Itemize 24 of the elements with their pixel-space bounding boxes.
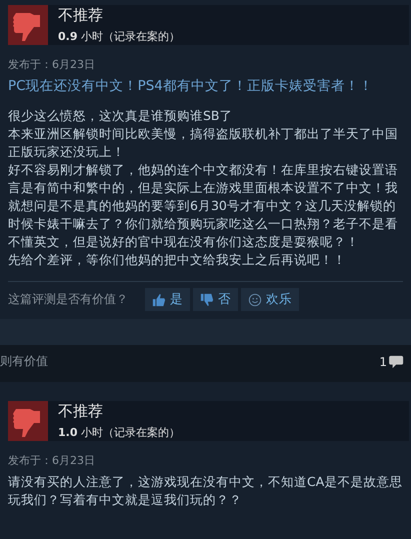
vote-prompt: 这篇评测是否有价值？: [8, 291, 128, 308]
posted-date: 发布于：6月23日: [8, 453, 96, 468]
thumbs-down-icon: [8, 401, 48, 441]
review-text: 本来亚洲区解锁时间比欧美慢，搞得盗版联机补丁都出了半天了中国正版玩家还没玩上！: [8, 125, 399, 161]
verdict-title: 不推荐: [58, 6, 104, 25]
review-text: 好不容易刚才解锁了，他妈的连个中文都没有！在库里按右键设置语言是有简中和繁中的，但是实际上在游戏里面根本设置不了中文！我就想问是不是真的他妈的要等到6月30号才有中文？这几天没解锁的时候卡婊干嘛去了？你们就给预购玩家吃这么一口热翔？老子不是看不懂英文，但是说好的官中现在没有你们这态度是耍猴呢？！: [8, 161, 399, 251]
review-text: 很少这么愤怒，这次真是谁预购谁SB了: [8, 107, 234, 125]
hours-played: 0.9 小时（记录在案的）: [58, 29, 180, 44]
review-text: 请没有买的人注意了，这游戏现在没有中文，不知道CA是不是故意思玩我们？写着有中文就是逗我们玩的？？: [8, 473, 403, 509]
vote-button[interactable]: 欢乐: [241, 288, 299, 311]
review-text: 先给个差评，等你们他妈的把中文给我安上之后再说吧！！: [8, 251, 347, 269]
vote-button[interactable]: 是: [145, 288, 190, 311]
vote-button[interactable]: 否: [193, 288, 238, 311]
comment-count: 1: [379, 354, 387, 368]
comment-icon[interactable]: [389, 354, 405, 368]
review-title: PC现在还没有中文！PS4都有中文了！正版卡婊受害者！！: [8, 77, 374, 95]
thumbs-down-icon: [200, 292, 214, 306]
smiley-icon: [248, 292, 262, 306]
verdict-title: 不推荐: [58, 402, 104, 421]
helpful-count-text: 则有价值: [0, 353, 48, 370]
thumbs-down-icon: [8, 5, 48, 45]
posted-date: 发布于：6月23日: [8, 57, 96, 72]
hours-played: 1.0 小时（记录在案的）: [58, 425, 180, 440]
thumbs-up-icon: [152, 292, 166, 306]
